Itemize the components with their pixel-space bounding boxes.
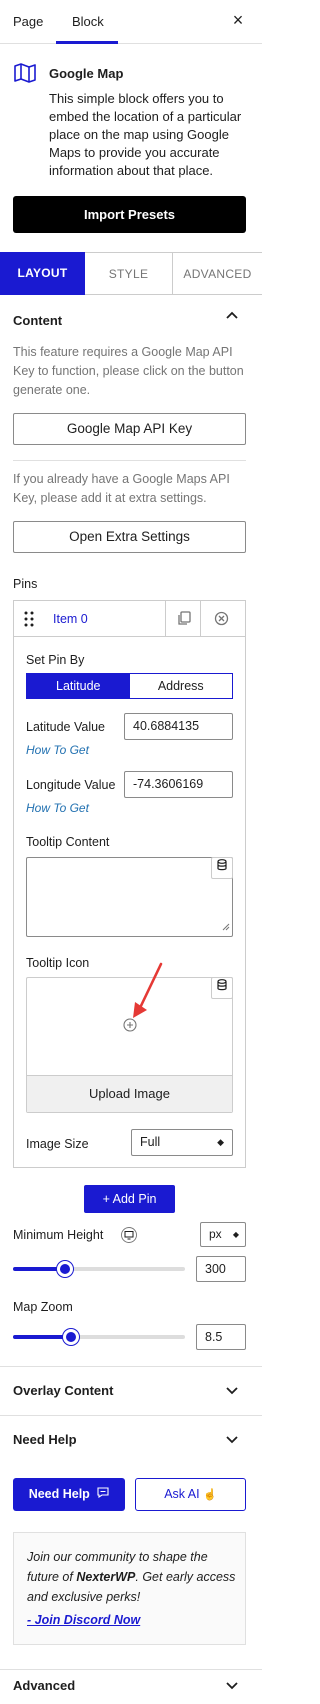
- arrow-annotation-icon: [127, 962, 167, 1027]
- how-to-get-link[interactable]: How To Get: [26, 743, 89, 757]
- block-title: Google Map: [49, 66, 124, 81]
- minimum-height-label: Minimum Height: [13, 1228, 104, 1242]
- chat-icon: [97, 1478, 109, 1511]
- divider: [13, 460, 246, 461]
- how-to-get-link[interactable]: How To Get: [26, 801, 89, 815]
- tooltip-content-textarea[interactable]: [26, 857, 233, 937]
- import-presets-button[interactable]: Import Presets: [13, 196, 246, 233]
- set-pin-by-toggle: Latitude Address: [26, 673, 233, 699]
- latitude-label: Latitude Value: [26, 720, 105, 734]
- chevron-down-icon[interactable]: [225, 1433, 239, 1450]
- longitude-input[interactable]: -74.3606169: [124, 771, 233, 798]
- desktop-icon[interactable]: [121, 1227, 137, 1246]
- community-text: Join our community to shape the future o…: [27, 1547, 237, 1607]
- tooltip-content-label: Tooltip Content: [26, 835, 110, 849]
- pin-item: Item 0 Set Pin By Latitude Address Latit…: [13, 600, 246, 1168]
- need-help-button[interactable]: Need Help: [13, 1478, 125, 1511]
- pointer-hand-icon: ☝: [203, 1489, 217, 1501]
- set-pin-by-label: Set Pin By: [26, 653, 85, 667]
- resize-handle-icon[interactable]: [222, 919, 230, 934]
- active-tab-indicator: [56, 41, 118, 44]
- close-icon[interactable]: ×: [228, 10, 248, 30]
- remove-icon[interactable]: [214, 611, 229, 629]
- api-key-hint: This feature requires a Google Map API K…: [13, 345, 244, 397]
- image-size-value: Full: [140, 1135, 161, 1149]
- tab-style[interactable]: STYLE: [85, 252, 173, 295]
- pins-label: Pins: [13, 577, 38, 591]
- tooltip-icon-uploader[interactable]: Upload Image: [26, 962, 233, 1113]
- latitude-option[interactable]: Latitude: [27, 674, 130, 698]
- chevron-down-icon[interactable]: [225, 1679, 239, 1696]
- tab-layout[interactable]: LAYOUT: [0, 252, 85, 295]
- tab-page[interactable]: Page: [13, 0, 43, 44]
- chevron-down-icon[interactable]: [225, 1384, 239, 1401]
- minimum-height-slider-thumb[interactable]: [57, 1261, 73, 1277]
- map-zoom-slider-thumb[interactable]: [63, 1329, 79, 1345]
- join-discord-link[interactable]: - Join Discord Now: [27, 1613, 140, 1627]
- database-icon[interactable]: [211, 977, 233, 999]
- duplicate-icon[interactable]: [177, 611, 191, 629]
- image-size-select[interactable]: Full ◆: [131, 1129, 233, 1156]
- divider: [200, 601, 201, 637]
- divider: [0, 1366, 262, 1367]
- add-pin-button[interactable]: + Add Pin: [84, 1185, 175, 1213]
- upload-image-button[interactable]: Upload Image: [27, 1075, 232, 1112]
- map-zoom-input[interactable]: 8.5: [196, 1324, 246, 1350]
- divider: [0, 1669, 262, 1670]
- unit-select[interactable]: px ◆: [200, 1222, 246, 1247]
- longitude-label: Longitude Value: [26, 778, 116, 792]
- pin-item-label[interactable]: Item 0: [53, 612, 88, 626]
- advanced-panel-title[interactable]: Advanced: [13, 1678, 75, 1693]
- ask-ai-button-label: Ask AI: [164, 1487, 200, 1501]
- select-arrows-icon: ◆: [217, 1137, 224, 1147]
- extra-settings-hint: If you already have a Google Maps API Ke…: [13, 472, 230, 505]
- community-card: Join our community to shape the future o…: [13, 1532, 246, 1645]
- pin-item-header[interactable]: Item 0: [14, 601, 245, 637]
- settings-tabs: LAYOUT STYLE ADVANCED: [0, 252, 262, 295]
- tooltip-icon-label: Tooltip Icon: [26, 956, 90, 970]
- divider: [165, 601, 166, 637]
- drag-handle-icon[interactable]: [24, 611, 34, 630]
- divider: [0, 1415, 262, 1416]
- image-size-label: Image Size: [26, 1137, 89, 1151]
- need-help-button-label: Need Help: [28, 1487, 90, 1501]
- content-panel-title[interactable]: Content: [13, 313, 62, 328]
- google-map-api-key-button[interactable]: Google Map API Key: [13, 413, 246, 445]
- block-description: This simple block offers you to embed th…: [49, 91, 242, 178]
- sidebar-tabs: Page Block ×: [0, 0, 262, 44]
- select-arrows-icon: ◆: [232, 1230, 239, 1239]
- minimum-height-input[interactable]: 300: [196, 1256, 246, 1282]
- map-zoom-label: Map Zoom: [13, 1300, 73, 1314]
- overlay-content-panel-title[interactable]: Overlay Content: [13, 1383, 113, 1398]
- unit-value: px: [209, 1227, 222, 1241]
- tab-block[interactable]: Block: [72, 0, 104, 44]
- address-option[interactable]: Address: [130, 674, 233, 698]
- tab-advanced[interactable]: ADVANCED: [173, 252, 262, 295]
- ask-ai-button[interactable]: Ask AI ☝: [135, 1478, 246, 1511]
- community-brand: NexterWP: [76, 1570, 136, 1584]
- open-extra-settings-button[interactable]: Open Extra Settings: [13, 521, 246, 553]
- map-icon: [13, 62, 37, 84]
- latitude-input[interactable]: 40.6884135: [124, 713, 233, 740]
- need-help-panel-title[interactable]: Need Help: [13, 1432, 77, 1447]
- database-icon[interactable]: [211, 857, 233, 879]
- chevron-up-icon[interactable]: [225, 308, 239, 325]
